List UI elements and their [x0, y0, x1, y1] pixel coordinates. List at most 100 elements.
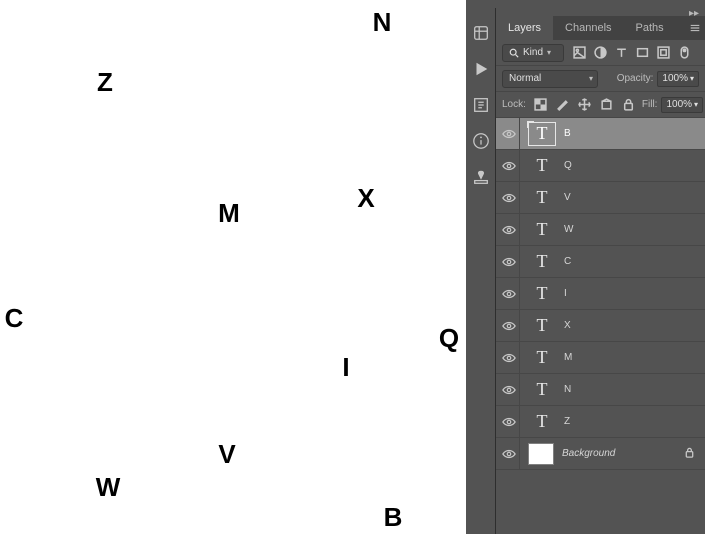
layer-name[interactable]: N [564, 384, 571, 395]
type-glyph-icon: T [537, 251, 548, 272]
type-layer-icon[interactable]: T [528, 314, 556, 338]
canvas-text-m[interactable]: M [218, 200, 240, 226]
filter-shape-icon[interactable] [635, 46, 649, 60]
layer-row[interactable]: TM [496, 342, 705, 374]
blend-mode-value: Normal [509, 73, 541, 84]
layer-name[interactable]: W [564, 224, 573, 235]
layer-name[interactable]: M [564, 352, 572, 363]
info-icon[interactable] [470, 130, 492, 152]
canvas-text-n[interactable]: N [373, 9, 392, 35]
visibility-toggle[interactable] [498, 438, 520, 469]
play-icon[interactable] [470, 58, 492, 80]
visibility-toggle[interactable] [498, 374, 520, 405]
tab-label: Layers [508, 22, 541, 34]
layer-name[interactable]: V [564, 192, 571, 203]
type-glyph-icon: T [537, 347, 548, 368]
canvas-text-z[interactable]: Z [97, 69, 113, 95]
layer-row[interactable]: TI [496, 278, 705, 310]
type-layer-icon[interactable]: T [528, 186, 556, 210]
tab-channels[interactable]: Channels [553, 16, 623, 40]
canvas-text-i[interactable]: I [342, 354, 349, 380]
layer-row[interactable]: Background [496, 438, 705, 470]
layer-row[interactable]: TN [496, 374, 705, 406]
type-layer-icon[interactable]: T [528, 122, 556, 146]
layer-row[interactable]: TX [496, 310, 705, 342]
type-layer-icon[interactable]: T [528, 250, 556, 274]
layer-name[interactable]: C [564, 256, 571, 267]
visibility-toggle[interactable] [498, 182, 520, 213]
lock-artboard-icon[interactable] [600, 98, 614, 112]
layer-row[interactable]: TW [496, 214, 705, 246]
layer-name[interactable]: X [564, 320, 571, 331]
chevron-down-icon: ▾ [589, 74, 593, 83]
document-canvas[interactable]: N Z X M C Q I V W B [0, 0, 466, 534]
chevron-down-icon: ▾ [694, 100, 698, 109]
layer-name[interactable]: Background [562, 448, 615, 459]
lock-all-icon[interactable] [622, 98, 636, 112]
layer-row[interactable]: TZ [496, 406, 705, 438]
layer-name[interactable]: B [564, 128, 571, 139]
canvas-text-v[interactable]: V [218, 441, 235, 467]
type-layer-icon[interactable]: T [528, 378, 556, 402]
filter-type-icon[interactable] [614, 46, 628, 60]
swatch-icon[interactable] [470, 166, 492, 188]
layer-row[interactable]: TC [496, 246, 705, 278]
properties-icon[interactable] [470, 94, 492, 116]
type-layer-icon[interactable]: T [528, 410, 556, 434]
panel-tabs: Layers Channels Paths [496, 16, 705, 40]
layer-row[interactable]: TV [496, 182, 705, 214]
canvas-text-w[interactable]: W [96, 474, 121, 500]
layer-name[interactable]: I [564, 288, 567, 299]
canvas-text-q[interactable]: Q [439, 325, 459, 351]
type-layer-icon[interactable]: T [528, 154, 556, 178]
canvas-text-b[interactable]: B [384, 504, 403, 530]
chevron-down-icon: ▾ [547, 48, 551, 57]
history-icon[interactable] [470, 22, 492, 44]
lock-icon-group [534, 98, 636, 112]
layer-row[interactable]: TQ [496, 150, 705, 182]
fill-value: 100% [666, 99, 692, 110]
type-layer-icon[interactable]: T [528, 346, 556, 370]
layer-row[interactable]: TB [496, 118, 705, 150]
visibility-toggle[interactable] [498, 118, 520, 149]
panel-menu-icon[interactable] [685, 16, 705, 40]
lock-label: Lock: [502, 99, 526, 110]
visibility-toggle[interactable] [498, 246, 520, 277]
filter-kind-select[interactable]: Kind ▾ [502, 44, 564, 62]
lock-position-icon[interactable] [578, 98, 592, 112]
layer-name[interactable]: Z [564, 416, 570, 427]
panel-collapse-handle[interactable]: ▸▸ [496, 8, 705, 16]
filter-toggle-icon[interactable] [677, 46, 691, 60]
canvas-text-c[interactable]: C [5, 305, 24, 331]
layer-name[interactable]: Q [564, 160, 572, 171]
filter-adjust-icon[interactable] [593, 46, 607, 60]
type-layer-icon[interactable]: T [528, 218, 556, 242]
tab-label: Channels [565, 22, 611, 34]
blend-mode-select[interactable]: Normal ▾ [502, 70, 598, 88]
lock-transparency-icon[interactable] [534, 98, 548, 112]
visibility-toggle[interactable] [498, 214, 520, 245]
layer-thumbnail[interactable] [528, 443, 554, 465]
opacity-value: 100% [662, 73, 688, 84]
visibility-toggle[interactable] [498, 342, 520, 373]
visibility-toggle[interactable] [498, 150, 520, 181]
type-glyph-icon: T [537, 411, 548, 432]
tab-layers[interactable]: Layers [496, 16, 553, 40]
collapsed-tool-strip [466, 8, 496, 534]
visibility-toggle[interactable] [498, 406, 520, 437]
type-layer-icon[interactable]: T [528, 282, 556, 306]
opacity-input[interactable]: 100% ▾ [657, 71, 699, 87]
tab-paths[interactable]: Paths [624, 16, 676, 40]
layers-list: TBTQTVTWTCTITXTMTNTZBackground [496, 118, 705, 534]
type-glyph-icon: T [537, 283, 548, 304]
visibility-toggle[interactable] [498, 278, 520, 309]
layer-filter-row: Kind ▾ [496, 40, 705, 66]
lock-pixels-icon[interactable] [556, 98, 570, 112]
canvas-text-x[interactable]: X [357, 185, 374, 211]
filter-smart-icon[interactable] [656, 46, 670, 60]
filter-pixel-icon[interactable] [572, 46, 586, 60]
type-glyph-icon: T [537, 155, 548, 176]
visibility-toggle[interactable] [498, 310, 520, 341]
fill-input[interactable]: 100% ▾ [661, 97, 703, 113]
type-glyph-icon: T [537, 187, 548, 208]
